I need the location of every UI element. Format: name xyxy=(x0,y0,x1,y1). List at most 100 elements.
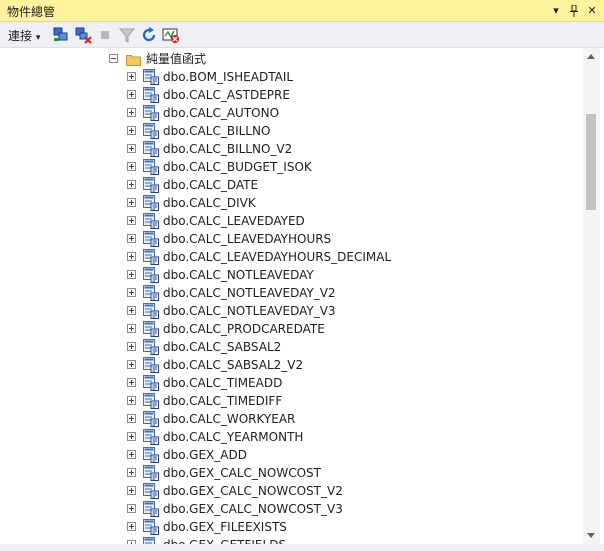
expand-icon[interactable] xyxy=(127,360,136,369)
tree-item-function[interactable]: dbo.CALC_TIMEADD xyxy=(4,374,584,392)
tree-item-function[interactable]: dbo.CALC_NOTLEAVEDAY xyxy=(4,266,584,284)
expand-icon[interactable] xyxy=(127,252,136,261)
scalar-function-icon xyxy=(143,177,159,193)
expand-icon[interactable] xyxy=(127,504,136,513)
tree-item-function[interactable]: dbo.BOM_ISHEADTAIL xyxy=(4,68,584,86)
expand-icon[interactable] xyxy=(127,234,136,243)
tree-item-function[interactable]: dbo.CALC_NOTLEAVEDAY_V3 xyxy=(4,302,584,320)
scalar-function-icon xyxy=(143,87,159,103)
scalar-function-icon xyxy=(143,69,159,85)
expand-icon[interactable] xyxy=(127,450,136,459)
expand-icon[interactable] xyxy=(127,108,136,117)
expand-icon[interactable] xyxy=(127,90,136,99)
tree-item-function[interactable]: dbo.CALC_DATE xyxy=(4,176,584,194)
tree-item-label: dbo.GEX_ADD xyxy=(163,448,247,462)
scalar-function-icon xyxy=(143,249,159,265)
tree-item-function[interactable]: dbo.CALC_TIMEDIFF xyxy=(4,392,584,410)
close-icon[interactable]: ✕ xyxy=(584,2,600,20)
tree-item-function[interactable]: dbo.CALC_AUTONO xyxy=(4,104,584,122)
tree-item-function[interactable]: dbo.GEX_CALC_NOWCOST xyxy=(4,464,584,482)
scalar-function-icon xyxy=(143,393,159,409)
scalar-function-icon xyxy=(143,195,159,211)
disconnect-icon[interactable] xyxy=(74,26,92,44)
tree-item-function[interactable]: dbo.CALC_BILLNO_V2 xyxy=(4,140,584,158)
tree-item-label: dbo.CALC_WORKYEAR xyxy=(163,412,296,426)
expand-icon[interactable] xyxy=(127,216,136,225)
expand-icon[interactable] xyxy=(127,432,136,441)
chevron-down-icon[interactable]: ▾ xyxy=(548,2,564,20)
scalar-function-icon xyxy=(143,303,159,319)
scalar-function-icon xyxy=(143,375,159,391)
expand-icon[interactable] xyxy=(127,198,136,207)
scalar-function-icon xyxy=(143,267,159,283)
expand-icon[interactable] xyxy=(127,396,136,405)
bottom-edge xyxy=(0,544,604,551)
scroll-thumb[interactable] xyxy=(586,114,596,210)
tree-item-label: dbo.CALC_LEAVEDAYHOURS xyxy=(163,232,332,246)
tree-item-function[interactable]: dbo.CALC_BUDGET_ISOK xyxy=(4,158,584,176)
connect-dropdown[interactable]: 連接 ▾ xyxy=(8,27,40,44)
scroll-up-arrow-icon[interactable] xyxy=(587,54,595,59)
tree-item-function[interactable]: dbo.CALC_LEAVEDAYHOURS xyxy=(4,230,584,248)
tree-item-function[interactable]: dbo.CALC_BILLNO xyxy=(4,122,584,140)
expand-icon[interactable] xyxy=(127,306,136,315)
connect-caret: ▾ xyxy=(35,33,41,43)
activity-monitor-icon[interactable] xyxy=(162,26,180,44)
expand-icon[interactable] xyxy=(127,162,136,171)
vertical-scrollbar[interactable] xyxy=(583,48,600,544)
tree-item-function[interactable]: dbo.CALC_DIVK xyxy=(4,194,584,212)
tree-item-label: dbo.GEX_CALC_NOWCOST_V3 xyxy=(163,502,343,516)
panel-title-bar: 物件總管 ▾ ✕ xyxy=(0,0,604,22)
expand-icon[interactable] xyxy=(127,180,136,189)
tree-item-label: dbo.CALC_NOTLEAVEDAY_V2 xyxy=(163,286,336,300)
expand-icon[interactable] xyxy=(127,414,136,423)
scalar-function-icon xyxy=(143,537,159,544)
tree-item-label: dbo.CALC_YEARMONTH xyxy=(163,430,304,444)
expand-icon[interactable] xyxy=(127,270,136,279)
connect-object-explorer-icon[interactable] xyxy=(52,26,70,44)
pin-icon[interactable] xyxy=(566,2,582,20)
tree-item-function[interactable]: dbo.CALC_NOTLEAVEDAY_V2 xyxy=(4,284,584,302)
tree-item-function[interactable]: dbo.CALC_WORKYEAR xyxy=(4,410,584,428)
scalar-function-icon xyxy=(143,213,159,229)
tree-item-label: dbo.BOM_ISHEADTAIL xyxy=(163,70,294,84)
scroll-down-arrow-icon[interactable] xyxy=(587,533,595,538)
tree-item-label: dbo.CALC_BILLNO xyxy=(163,124,271,138)
tree-item-function[interactable]: dbo.CALC_LEAVEDAYHOURS_DECIMAL xyxy=(4,248,584,266)
tree-item-function[interactable]: dbo.GEX_CALC_NOWCOST_V3 xyxy=(4,500,584,518)
scalar-function-icon xyxy=(143,357,159,373)
tree-item-function[interactable]: dbo.CALC_ASTDEPRE xyxy=(4,86,584,104)
filter-icon[interactable] xyxy=(118,26,136,44)
expand-icon[interactable] xyxy=(127,522,136,531)
refresh-icon[interactable] xyxy=(140,26,158,44)
scalar-function-icon xyxy=(143,123,159,139)
tree-item-label: dbo.CALC_SABSAL2 xyxy=(163,340,282,354)
expand-icon[interactable] xyxy=(127,288,136,297)
tree-item-function[interactable]: dbo.CALC_SABSAL2_V2 xyxy=(4,356,584,374)
expand-icon[interactable] xyxy=(127,72,136,81)
collapse-icon[interactable] xyxy=(109,54,118,63)
tree-item-label: dbo.CALC_PRODCAREDATE xyxy=(163,322,325,336)
tree-folder-scalar-functions[interactable]: 純量值函式 xyxy=(4,50,584,68)
expand-icon[interactable] xyxy=(127,324,136,333)
expand-icon[interactable] xyxy=(127,378,136,387)
tree-item-function[interactable]: dbo.CALC_SABSAL2 xyxy=(4,338,584,356)
scalar-function-icon xyxy=(143,411,159,427)
tree-item-function[interactable]: dbo.GEX_FILEEXISTS xyxy=(4,518,584,536)
tree-item-function[interactable]: dbo.CALC_PRODCAREDATE xyxy=(4,320,584,338)
expand-icon[interactable] xyxy=(127,486,136,495)
tree-item-label: dbo.CALC_BILLNO_V2 xyxy=(163,142,293,156)
tree-item-function[interactable]: dbo.CALC_YEARMONTH xyxy=(4,428,584,446)
expand-icon[interactable] xyxy=(127,144,136,153)
tree-item-function[interactable]: dbo.GEX_GETFIELDS xyxy=(4,536,584,544)
stop-icon[interactable] xyxy=(96,26,114,44)
tree-item-function[interactable]: dbo.CALC_LEAVEDAYED xyxy=(4,212,584,230)
tree-item-label: dbo.CALC_DIVK xyxy=(163,196,256,210)
expand-icon[interactable] xyxy=(127,126,136,135)
tree-item-function[interactable]: dbo.GEX_CALC_NOWCOST_V2 xyxy=(4,482,584,500)
expand-icon[interactable] xyxy=(127,468,136,477)
tree-item-label: dbo.CALC_AUTONO xyxy=(163,106,280,120)
object-explorer-tree[interactable]: 純量值函式 dbo.BOM_ISHEADTAIL dbo.CALC_ASTDEPR… xyxy=(4,48,584,544)
tree-item-function[interactable]: dbo.GEX_ADD xyxy=(4,446,584,464)
expand-icon[interactable] xyxy=(127,342,136,351)
